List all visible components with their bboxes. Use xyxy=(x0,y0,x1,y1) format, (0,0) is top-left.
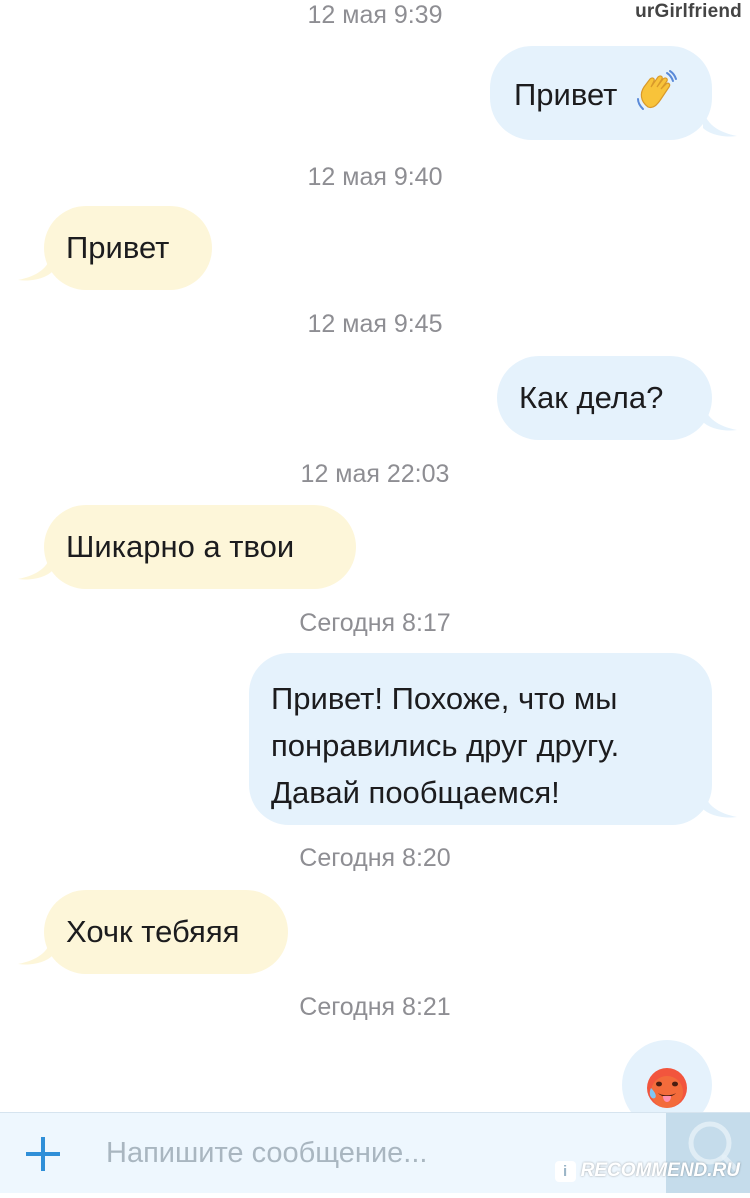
message-text: Привет xyxy=(514,77,618,112)
message-bubble-incoming[interactable]: Хочк тебяяя xyxy=(44,890,288,974)
message-bubble-outgoing[interactable]: Привет xyxy=(490,46,712,140)
chat-thread[interactable]: urGirlfriend 12 мая 9:39 Привет 12 мая 9… xyxy=(0,0,750,1112)
message-timestamp: 12 мая 9:40 xyxy=(307,163,443,191)
bubble-tail xyxy=(703,404,737,432)
message-composer: i RECOMMEND.RU xyxy=(0,1112,750,1193)
bubble-tail xyxy=(703,110,737,138)
message-text: Хочк тебяяя xyxy=(66,914,240,949)
waving-hand-icon xyxy=(634,69,678,126)
bubble-tail xyxy=(18,938,52,966)
attach-plus-button[interactable] xyxy=(24,1135,62,1173)
message-text-line: понравились друг другу. xyxy=(271,728,620,763)
message-text-line: Привет! Похоже, что мы xyxy=(271,681,618,716)
hot-face-icon xyxy=(645,1066,689,1112)
site-watermark: i RECOMMEND.RU xyxy=(554,1160,740,1182)
message-bubble-outgoing[interactable]: Как дела? xyxy=(497,356,712,440)
message-timestamp: 12 мая 9:45 xyxy=(307,310,443,338)
message-text: Шикарно а твои xyxy=(66,529,295,564)
message-bubble-incoming[interactable]: Привет xyxy=(44,206,212,290)
plus-icon xyxy=(26,1137,60,1171)
message-text: Как дела? xyxy=(519,380,664,415)
message-text-line: Давай пообщаемся! xyxy=(271,775,560,810)
bubble-tail xyxy=(703,791,737,819)
site-watermark-text: RECOMMEND.RU xyxy=(580,1160,740,1181)
message-timestamp: Сегодня 8:21 xyxy=(299,993,451,1021)
message-bubble-outgoing[interactable]: Привет! Похоже, что мы понравились друг … xyxy=(249,653,712,825)
bubble-tail xyxy=(18,254,52,282)
bubble-tail xyxy=(18,553,52,581)
message-text: Привет xyxy=(66,230,170,265)
message-bubble-incoming[interactable]: Шикарно а твои xyxy=(44,505,356,589)
message-timestamp: Сегодня 8:20 xyxy=(299,844,451,872)
message-timestamp: 12 мая 22:03 xyxy=(300,460,450,488)
message-bubble-outgoing[interactable] xyxy=(622,1040,712,1112)
recommend-logo-icon: i xyxy=(554,1160,576,1182)
message-timestamp: Сегодня 8:17 xyxy=(299,609,451,637)
message-timestamp: 12 мая 9:39 xyxy=(307,1,443,29)
